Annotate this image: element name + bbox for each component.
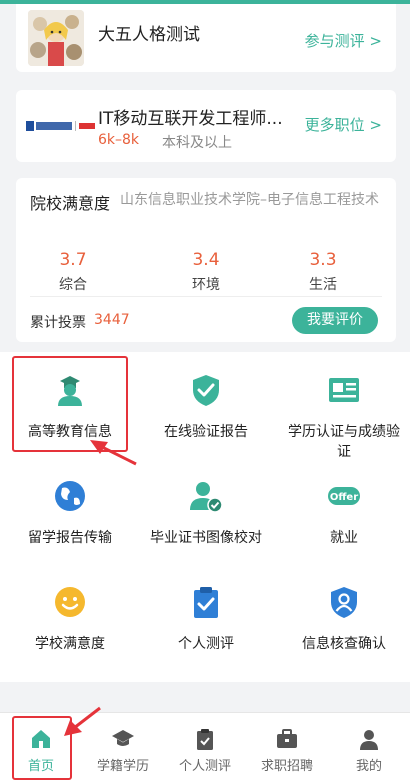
nav-item-label: 求职招聘	[260, 759, 313, 774]
more-jobs-link[interactable]: 更多职位 >	[305, 114, 382, 135]
nav-item-label: 我的	[355, 759, 382, 774]
job-title: IT移动互联开发工程师...	[98, 109, 283, 129]
svg-text:Offer: Offer	[330, 492, 358, 503]
votes-count: 3447	[94, 312, 130, 328]
smiley-icon	[55, 587, 85, 617]
grid-item-label: 信息核查确认	[302, 636, 386, 652]
score-environment: 3.4 环境	[151, 250, 261, 294]
score-value: 3.7	[59, 250, 87, 270]
grid-item-label: 留学报告传输	[28, 530, 112, 546]
briefcase-icon	[277, 729, 297, 748]
evaluate-button[interactable]: 我要评价	[292, 307, 378, 334]
grid-item-label: 个人测评	[178, 636, 234, 652]
company-logo	[26, 116, 96, 136]
divider	[30, 296, 382, 297]
join-test-link[interactable]: 参与测评 >	[305, 30, 382, 51]
nav-item-label: 学籍学历	[96, 759, 149, 774]
grid-item-label: 毕业证书图像校对	[150, 530, 262, 546]
clipboard-check-icon	[194, 587, 218, 618]
grid-item-info-verification-confirm[interactable]: 信息核查确认	[276, 584, 410, 654]
user-icon	[360, 730, 378, 750]
shield-check-icon	[193, 375, 219, 406]
annotation-arrow-icon	[64, 706, 101, 736]
nav-item-personal-assessment[interactable]: 个人测评	[164, 713, 246, 782]
grid-item-study-abroad-report[interactable]: 留学报告传输	[2, 478, 138, 548]
personality-test-title: 大五人格测试	[98, 25, 200, 45]
grid-item-online-verification-report[interactable]: 在线验证报告	[138, 372, 274, 442]
job-education: 本科及以上	[162, 135, 232, 151]
globe-icon	[55, 481, 85, 511]
grid-item-label: 在线验证报告	[164, 424, 248, 440]
school-satisfaction-card: 院校满意度 山东信息职业技术学院–电子信息工程技术 3.7 综合 3.4 环境 …	[16, 178, 396, 342]
score-label: 综合	[59, 277, 87, 293]
annotation-arrow-icon	[90, 440, 137, 466]
nav-item-job-recruitment[interactable]: 求职招聘	[246, 713, 328, 782]
person-check-icon	[190, 482, 223, 513]
graduation-cap-icon	[112, 730, 134, 746]
score-value: 3.3	[309, 250, 337, 270]
grid-item-label: 就业	[330, 530, 358, 546]
job-card[interactable]: IT移动互联开发工程师... 6k–8k 本科及以上 更多职位 >	[16, 90, 396, 162]
clipboard-check-icon	[197, 729, 213, 750]
grid-item-label: 学校满意度	[35, 636, 105, 652]
id-card-icon	[329, 378, 359, 402]
school-major-name: 山东信息职业技术学院–电子信息工程技术	[120, 192, 379, 208]
grid-item-personal-assessment[interactable]: 个人测评	[138, 584, 274, 654]
shield-person-icon	[331, 587, 357, 618]
score-life: 3.3 生活	[268, 250, 378, 294]
grid-item-school-satisfaction[interactable]: 学校满意度	[2, 584, 138, 654]
job-salary: 6k–8k	[98, 132, 140, 148]
grid-item-diploma-image-proofreading[interactable]: 毕业证书图像校对	[138, 478, 274, 548]
grid-item-degree-certification[interactable]: 学历认证与成绩验证	[276, 372, 410, 462]
score-label: 生活	[309, 277, 337, 293]
personality-test-card[interactable]: 大五人格测试 参与测评 >	[16, 4, 396, 72]
score-label: 环境	[192, 277, 220, 293]
score-value: 3.4	[192, 250, 220, 270]
offer-icon: Offer	[328, 487, 360, 505]
personality-test-thumbnail	[28, 10, 84, 66]
nav-item-label: 个人测评	[178, 759, 231, 774]
nav-item-mine[interactable]: 我的	[328, 713, 410, 782]
grid-item-employment[interactable]: Offer 就业	[276, 478, 410, 548]
grid-item-label: 学历认证与成绩验证	[288, 424, 400, 460]
votes-label: 累计投票	[30, 315, 86, 331]
score-overall: 3.7 综合	[18, 250, 128, 294]
